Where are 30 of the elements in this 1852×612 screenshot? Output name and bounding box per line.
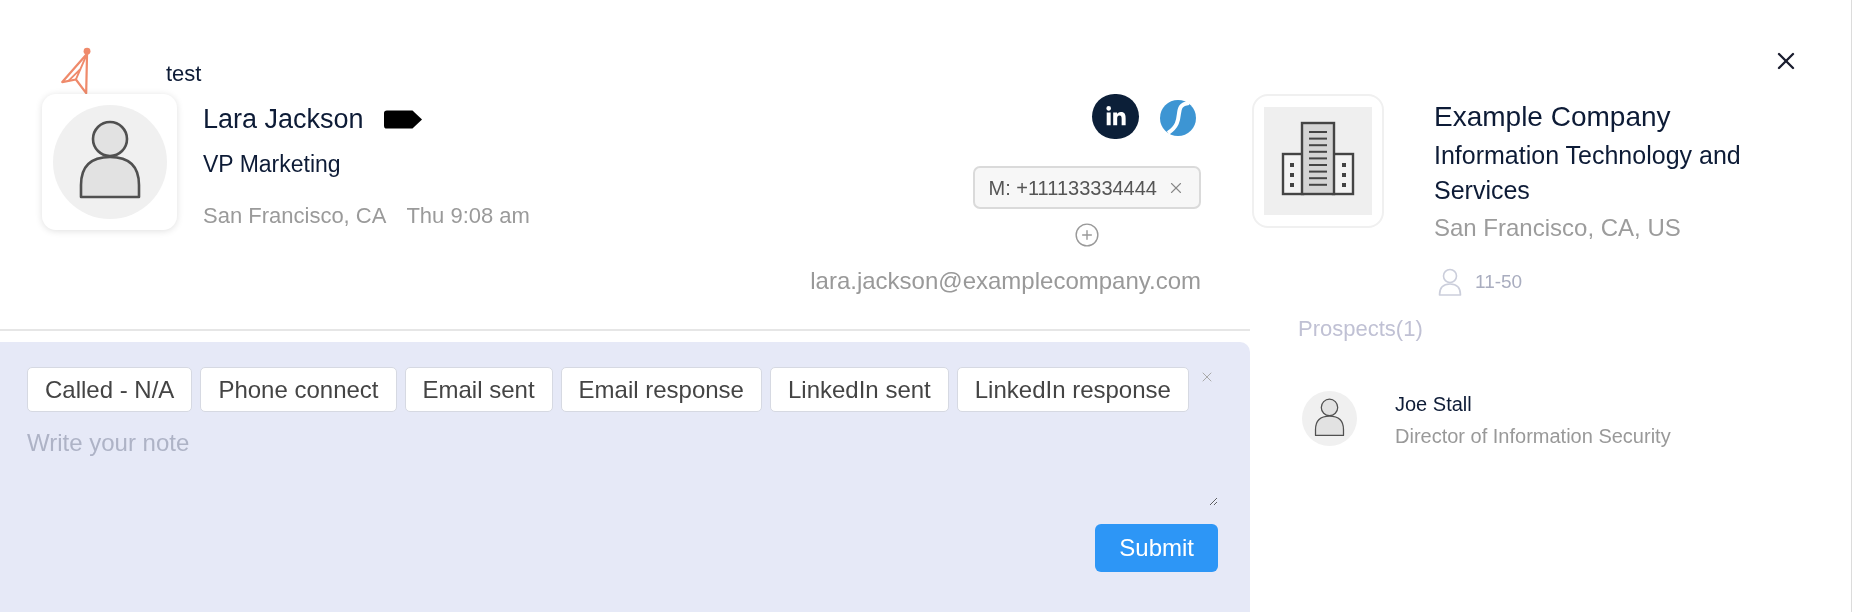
note-tag-button[interactable]: LinkedIn response bbox=[956, 367, 1189, 412]
job-title: VP Marketing bbox=[203, 150, 341, 178]
prospect-title: Director of Information Security bbox=[1395, 424, 1671, 449]
contact-location: San Francisco, CA bbox=[203, 202, 387, 230]
phone-number: M: +111133334444 bbox=[988, 175, 1157, 200]
note-tag-button[interactable]: Phone connect bbox=[200, 367, 397, 412]
header-label: test bbox=[166, 61, 202, 87]
person-icon bbox=[1438, 268, 1462, 296]
note-tag-button[interactable]: Email sent bbox=[404, 367, 553, 412]
linkedin-icon[interactable] bbox=[1092, 94, 1139, 139]
prospects-heading: Prospects(1) bbox=[1298, 316, 1423, 342]
note-tag-button[interactable]: Email response bbox=[560, 367, 762, 412]
company-name: Example Company bbox=[1434, 100, 1671, 133]
person-avatar-icon bbox=[52, 105, 167, 219]
email-address: lara.jackson@examplecompany.com bbox=[810, 267, 1201, 295]
employee-count: 11-50 bbox=[1475, 270, 1523, 294]
add-icon[interactable] bbox=[1073, 222, 1100, 248]
building-icon bbox=[1264, 107, 1372, 215]
local-time: Thu 9:08 am bbox=[406, 202, 530, 230]
contact-name: Lara Jackson bbox=[203, 103, 364, 135]
person-avatar-icon bbox=[1302, 391, 1357, 446]
company-industry: Information Technology and Services bbox=[1434, 140, 1742, 206]
note-editor[interactable]: Called - N/A Phone connect Email sent Email response LinkedIn sent LinkedIn response Write your note Submit bbox=[0, 342, 1250, 612]
note-input[interactable]: Write your note bbox=[27, 428, 1218, 506]
paper-plane-logo-icon bbox=[59, 47, 92, 94]
tag-icon[interactable] bbox=[383, 109, 422, 129]
company-location: San Francisco, CA, US bbox=[1434, 213, 1681, 243]
note-tag-button[interactable]: Called - N/A bbox=[27, 367, 193, 412]
note-tag-button[interactable]: LinkedIn sent bbox=[769, 367, 949, 412]
prospect-name[interactable]: Joe Stall bbox=[1395, 391, 1472, 417]
